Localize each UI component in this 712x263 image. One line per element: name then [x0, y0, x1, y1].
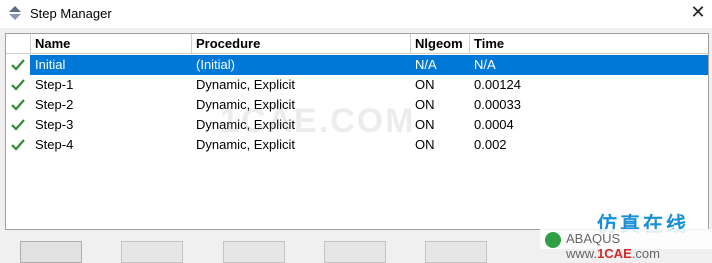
logo-site-highlight: 1CAE — [597, 246, 632, 261]
cell-procedure: Dynamic, Explicit — [196, 97, 295, 112]
cell-time: 0.002 — [474, 137, 507, 152]
wechat-logo-icon — [545, 232, 561, 248]
cell-name: Step-2 — [35, 97, 74, 112]
close-icon[interactable]: ✕ — [688, 2, 708, 23]
cell-procedure: Dynamic, Explicit — [196, 117, 295, 132]
table-row[interactable]: Step-2 Dynamic, Explicit ON 0.00033 — [6, 95, 708, 115]
cell-name: Step-3 — [35, 117, 74, 132]
window-title: Step Manager — [30, 6, 112, 21]
cell-time: 0.00124 — [474, 77, 521, 92]
cell-nlgeom: ON — [415, 137, 435, 152]
replace-button[interactable] — [223, 241, 285, 263]
step-manager-icon — [9, 6, 21, 20]
table-row[interactable]: Step-1 Dynamic, Explicit ON 0.00124 — [6, 75, 708, 95]
cell-procedure: Dynamic, Explicit — [196, 77, 295, 92]
cell-nlgeom: ON — [415, 97, 435, 112]
cell-nlgeom: ON — [415, 77, 435, 92]
header-status-column — [6, 34, 31, 54]
header-nlgeom[interactable]: Nlgeom — [411, 34, 470, 54]
cell-name: Step-4 — [35, 137, 74, 152]
cell-procedure: (Initial) — [196, 57, 236, 72]
cell-name: Initial — [35, 57, 66, 72]
header-time[interactable]: Time — [470, 34, 708, 54]
logo-site-suffix: .com — [631, 246, 660, 261]
cell-time: N/A — [474, 57, 496, 72]
cell-time: 0.0004 — [474, 117, 514, 132]
cell-time: 0.00033 — [474, 97, 521, 112]
logo-text: ABAQUS www.1CAE.com — [566, 231, 712, 261]
table-row[interactable]: Step-3 Dynamic, Explicit ON 0.0004 — [6, 115, 708, 135]
title-bar: Step Manager ✕ — [0, 0, 712, 28]
create-button[interactable] — [20, 241, 82, 263]
checkmark-icon — [11, 139, 25, 151]
table-row[interactable]: Initial (Initial) N/A N/A — [6, 55, 708, 75]
cell-nlgeom: N/A — [415, 57, 437, 72]
delete-button[interactable] — [425, 241, 487, 263]
checkmark-icon — [11, 119, 25, 131]
edit-button[interactable] — [121, 241, 183, 263]
steps-table: Name Procedure Nlgeom Time Initial (Init… — [5, 33, 709, 230]
checkmark-icon — [11, 79, 25, 91]
header-procedure[interactable]: Procedure — [192, 34, 411, 54]
table-row[interactable]: Step-4 Dynamic, Explicit ON 0.002 — [6, 135, 708, 155]
cell-nlgeom: ON — [415, 117, 435, 132]
cell-name: Step-1 — [35, 77, 74, 92]
logo-prefix: ABAQUS — [566, 231, 621, 246]
checkmark-icon — [11, 59, 25, 71]
table-header: Name Procedure Nlgeom Time — [6, 34, 708, 55]
header-name[interactable]: Name — [31, 34, 192, 54]
logo-site-prefix: www. — [566, 246, 598, 261]
rename-button[interactable] — [324, 241, 386, 263]
cell-procedure: Dynamic, Explicit — [196, 137, 295, 152]
checkmark-icon — [11, 99, 25, 111]
selection-highlight — [30, 55, 708, 75]
